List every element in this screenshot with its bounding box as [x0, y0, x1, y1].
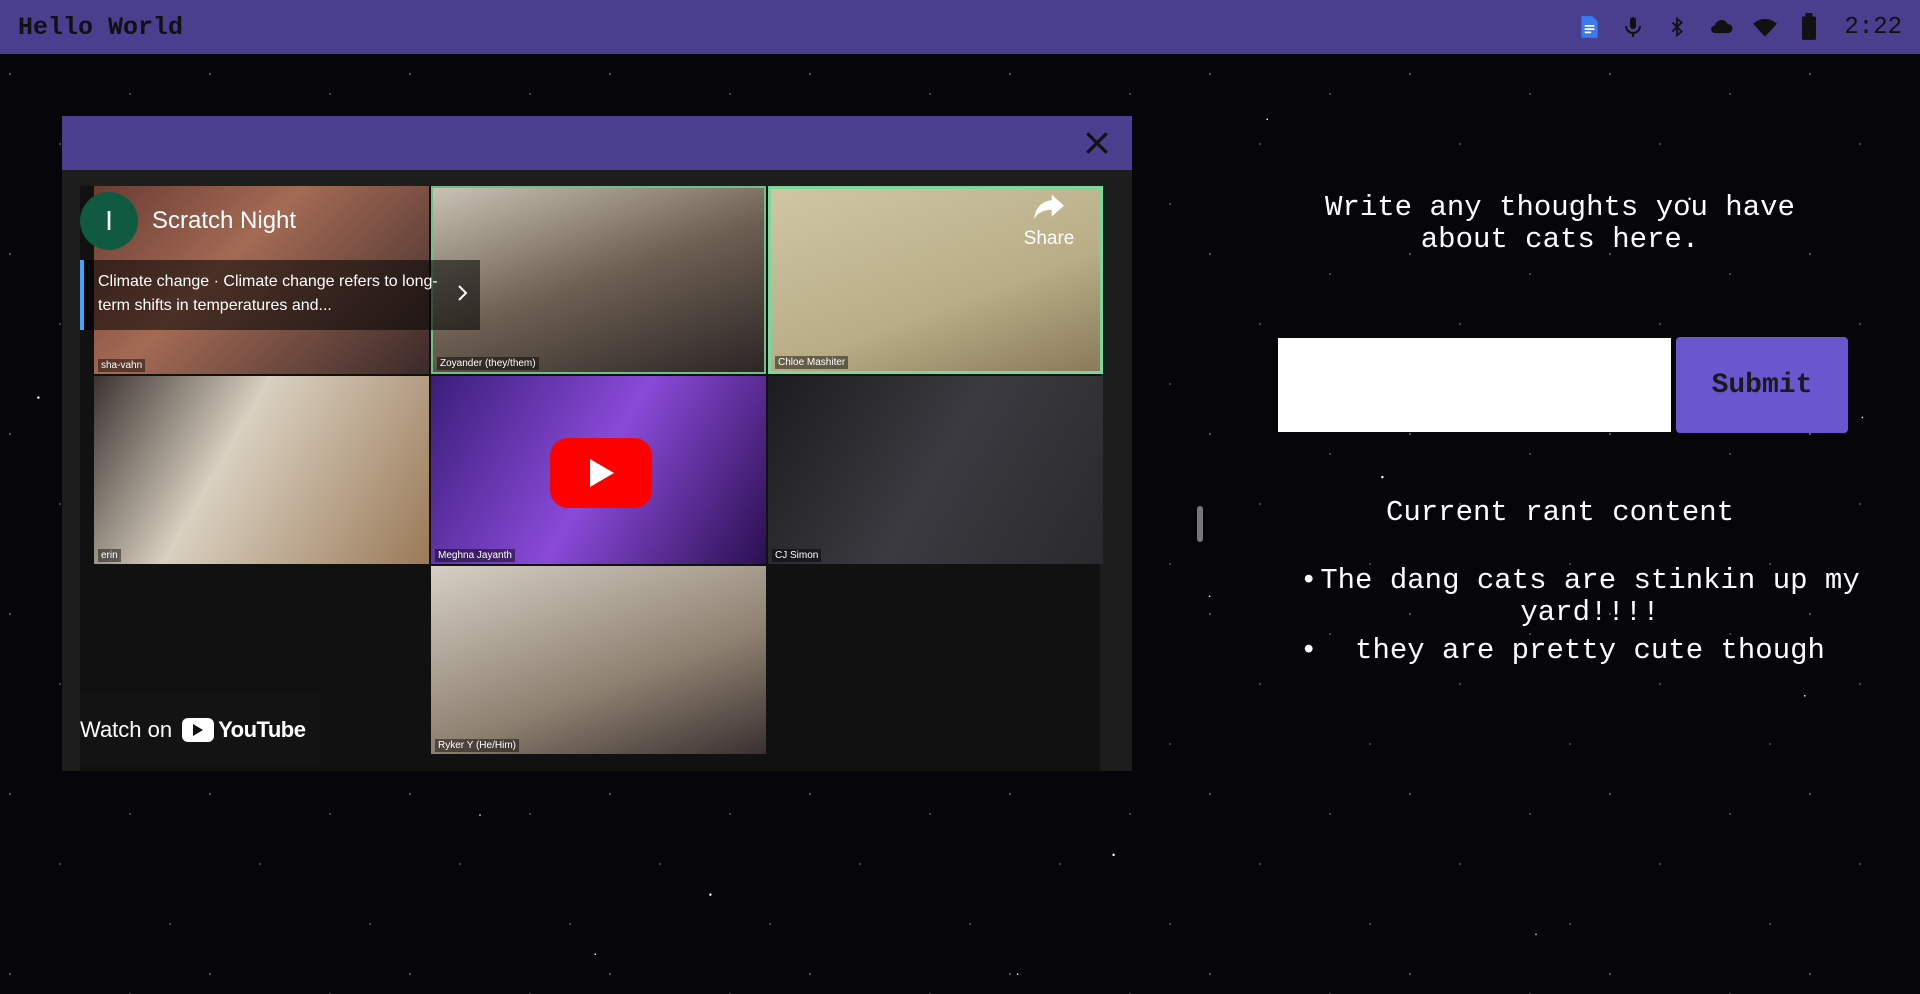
participant-name: Ryker Y (He/Him) [435, 739, 519, 752]
watch-on-label: Watch on [80, 717, 173, 742]
participant-tile: erin [94, 376, 429, 564]
modal-header [62, 116, 1132, 170]
share-icon [1014, 192, 1084, 228]
participant-name: Meghna Jayanth [435, 549, 515, 562]
rant-item: The dang cats are stinkin up my yard!!!! [1300, 565, 1860, 629]
mic-icon[interactable] [1620, 14, 1646, 40]
rant-heading: Current rant content [1385, 496, 1735, 529]
play-button[interactable] [550, 438, 652, 508]
wifi-icon[interactable] [1752, 14, 1778, 40]
participant-name: erin [98, 549, 121, 562]
info-card[interactable]: Climate change · Climate change refers t… [80, 260, 480, 330]
participant-name: CJ Simon [772, 549, 822, 562]
channel-avatar[interactable]: I [80, 192, 138, 250]
participant-name: Chloe Mashiter [775, 356, 849, 369]
youtube-logo: YouTube [182, 717, 306, 743]
top-status-bar: Hello World 2:22 [0, 0, 1920, 54]
video-title[interactable]: Scratch Night [152, 207, 296, 235]
youtube-wordmark: YouTube [218, 717, 306, 742]
participant-tile: Ryker Y (He/Him) [431, 566, 766, 754]
participant-name: sha-vahn [98, 359, 146, 372]
rant-input[interactable] [1278, 338, 1671, 432]
status-icons: 2:22 [1576, 13, 1902, 41]
close-icon[interactable] [1082, 128, 1112, 158]
share-button[interactable]: Share [1014, 192, 1084, 250]
cats-prompt: Write any thoughts you have about cats h… [1325, 191, 1795, 256]
share-label: Share [1023, 228, 1075, 249]
play-icon [590, 459, 614, 487]
rant-list: The dang cats are stinkin up my yard!!!!… [1300, 565, 1860, 673]
channel-header[interactable]: I Scratch Night [80, 186, 500, 256]
rant-item: they are pretty cute though [1300, 635, 1860, 668]
youtube-embed[interactable]: sha-vahn Zoyander (they/them) Chloe Mash… [80, 186, 1103, 771]
info-card-text: Climate change · Climate change refers t… [98, 273, 438, 314]
battery-icon[interactable] [1796, 13, 1822, 40]
submit-button[interactable]: Submit [1676, 337, 1848, 433]
bluetooth-icon[interactable] [1664, 14, 1690, 40]
cloud-icon[interactable] [1708, 14, 1734, 40]
chevron-right-icon[interactable] [456, 284, 468, 310]
participant-name: Zoyander (they/them) [437, 357, 539, 370]
docs-icon[interactable] [1576, 14, 1602, 40]
watch-on-youtube[interactable]: Watch on YouTube [80, 694, 320, 766]
video-modal: sha-vahn Zoyander (they/them) Chloe Mash… [62, 116, 1132, 771]
app-title: Hello World [18, 12, 184, 42]
youtube-icon [182, 718, 215, 742]
resize-handle[interactable] [1197, 506, 1203, 542]
participant-tile: CJ Simon [768, 376, 1103, 564]
clock: 2:22 [1844, 13, 1902, 41]
